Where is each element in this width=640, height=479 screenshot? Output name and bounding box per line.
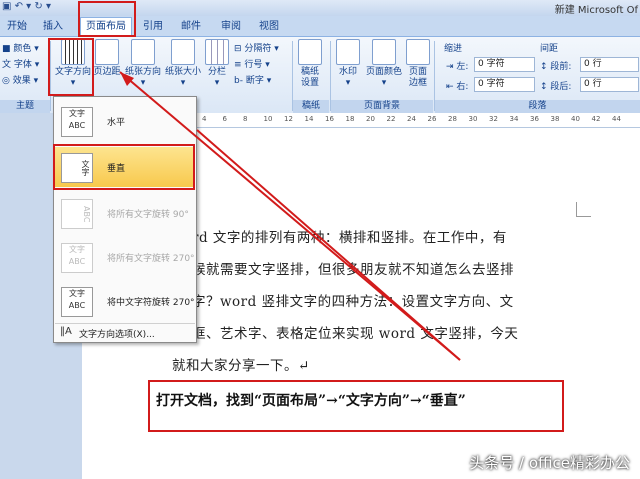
arrow-head-icon <box>120 72 134 86</box>
watermark-text: 头条号 / office精彩办公 <box>469 454 630 472</box>
instruction-callout-text: 打开文档，找到“页面布局”→“文字方向”→“垂直” <box>156 393 466 409</box>
arrow-line-2 <box>119 71 461 361</box>
instruction-callout: 打开文档，找到“页面布局”→“文字方向”→“垂直” <box>148 380 564 432</box>
